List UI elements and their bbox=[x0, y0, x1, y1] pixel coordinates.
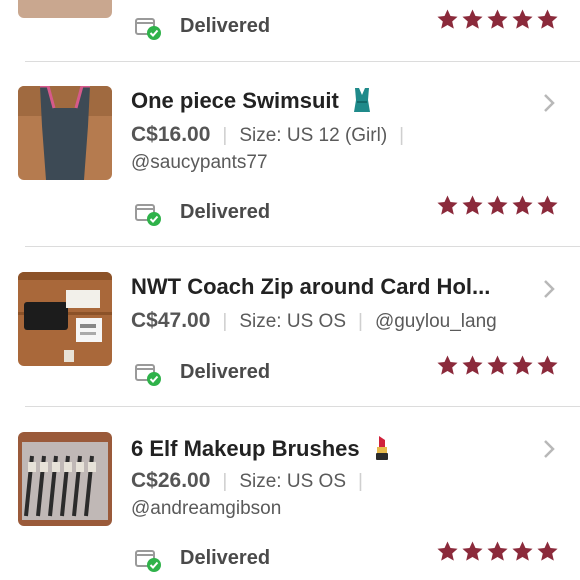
star-icon bbox=[487, 9, 508, 29]
delivery-status-row: Delivered bbox=[0, 540, 580, 580]
star-icon bbox=[512, 195, 533, 215]
lipstick-icon bbox=[375, 436, 388, 460]
swimsuit-icon bbox=[353, 88, 370, 112]
delivery-status-row: Delivered bbox=[0, 354, 580, 394]
chevron-right-icon[interactable] bbox=[536, 437, 560, 461]
star-icon bbox=[487, 541, 508, 561]
item-seller[interactable]: @guylou_lang bbox=[375, 311, 497, 333]
star-icon bbox=[437, 541, 458, 561]
order-list-item[interactable]: One piece Swimsuit C$16.00 | Size: US 12… bbox=[0, 86, 580, 196]
chevron-right-icon[interactable] bbox=[536, 277, 560, 301]
item-details-line: C$26.00 | Size: US OS | bbox=[131, 469, 375, 493]
star-icon bbox=[437, 355, 458, 375]
item-title[interactable]: 6 Elf Makeup Brushes bbox=[131, 434, 392, 462]
item-seller-line: @andreamgibson bbox=[131, 498, 281, 520]
star-icon bbox=[462, 195, 483, 215]
item-size: Size: US 12 (Girl) bbox=[239, 125, 388, 146]
star-icon bbox=[462, 541, 483, 561]
item-details-line: C$16.00 | Size: US 12 (Girl) | bbox=[131, 123, 416, 147]
star-icon bbox=[512, 9, 533, 29]
item-thumbnail-makeup-brushes[interactable] bbox=[18, 432, 112, 526]
item-thumbnail-card-holder[interactable] bbox=[18, 272, 112, 366]
rating-stars bbox=[436, 354, 559, 380]
list-divider bbox=[25, 246, 580, 247]
separator: | bbox=[222, 125, 228, 146]
star-icon bbox=[537, 541, 558, 561]
rating-stars bbox=[436, 8, 559, 34]
star-icon bbox=[537, 355, 558, 375]
delivery-status-label: Delivered bbox=[180, 547, 271, 569]
rating-stars bbox=[436, 540, 559, 566]
package-delivered-icon bbox=[135, 18, 161, 40]
star-icon bbox=[437, 195, 458, 215]
item-size: Size: US OS bbox=[239, 311, 346, 332]
delivery-status-label: Delivered bbox=[180, 15, 271, 37]
separator: | bbox=[399, 125, 405, 146]
delivery-status-label: Delivered bbox=[180, 361, 271, 383]
item-details-line: C$47.00 | Size: US OS | @guylou_lang bbox=[131, 309, 497, 333]
delivery-status-row: Delivered bbox=[0, 194, 580, 234]
star-icon bbox=[512, 541, 533, 561]
item-title[interactable]: NWT Coach Zip around Card Hol... bbox=[131, 274, 490, 300]
delivery-status-label: Delivered bbox=[180, 201, 271, 223]
item-seller[interactable]: @andreamgibson bbox=[131, 498, 281, 520]
star-icon bbox=[437, 9, 458, 29]
star-icon bbox=[462, 355, 483, 375]
package-delivered-icon bbox=[135, 550, 161, 572]
star-icon bbox=[537, 195, 558, 215]
list-divider bbox=[25, 406, 580, 407]
item-size: Size: US OS bbox=[239, 471, 346, 492]
rating-stars bbox=[436, 194, 559, 220]
package-delivered-icon bbox=[135, 204, 161, 226]
item-seller-line: @saucypants77 bbox=[131, 152, 268, 174]
item-price: C$16.00 bbox=[131, 123, 211, 146]
item-thumbnail-swimsuit[interactable] bbox=[18, 86, 112, 180]
package-delivered-icon bbox=[135, 364, 161, 386]
star-icon bbox=[487, 195, 508, 215]
star-icon bbox=[512, 355, 533, 375]
separator: | bbox=[358, 471, 363, 492]
star-icon bbox=[462, 9, 483, 29]
order-list-item[interactable]: 6 Elf Makeup Brushes C$26.00 | Size: US … bbox=[0, 432, 580, 542]
chevron-right-icon[interactable] bbox=[536, 91, 560, 115]
separator: | bbox=[222, 471, 228, 492]
list-divider bbox=[25, 61, 580, 62]
star-icon bbox=[487, 355, 508, 375]
star-icon bbox=[537, 9, 558, 29]
item-price: C$26.00 bbox=[131, 469, 211, 492]
separator: | bbox=[358, 311, 363, 332]
item-seller[interactable]: @saucypants77 bbox=[131, 152, 268, 174]
item-price: C$47.00 bbox=[131, 309, 211, 332]
delivery-status-row: Delivered bbox=[0, 8, 580, 48]
separator: | bbox=[222, 311, 228, 332]
item-title[interactable]: One piece Swimsuit bbox=[131, 88, 373, 114]
